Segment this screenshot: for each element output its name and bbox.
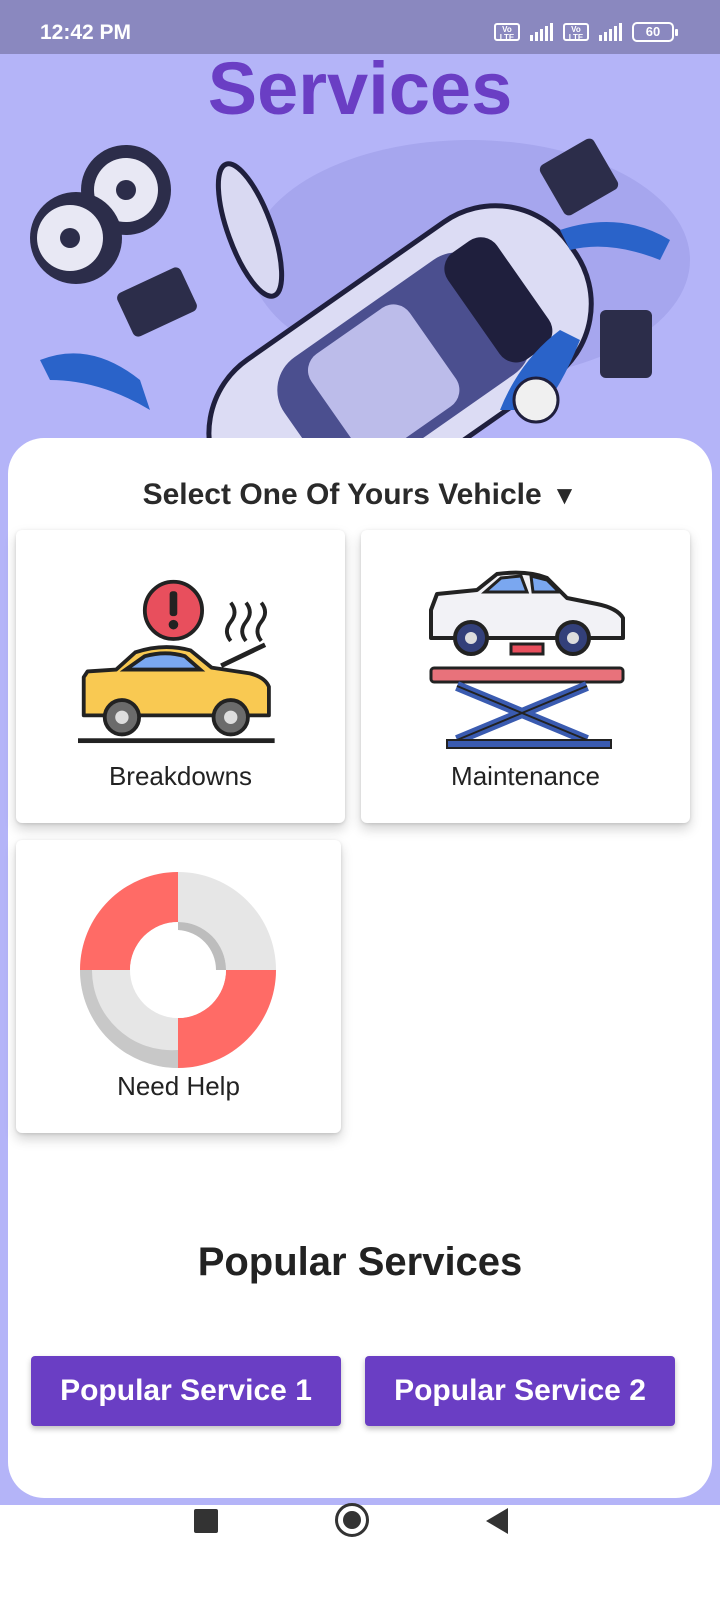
car-lift-icon [429, 570, 625, 749]
status-time: 12:42 PM [40, 21, 132, 44]
lifebuoy-icon [80, 872, 276, 1068]
volte-icon: Vo LTE [563, 23, 589, 42]
volte-icon: Vo LTE [494, 23, 520, 42]
signal-icon [599, 23, 622, 41]
battery-icon: 60 [632, 22, 678, 42]
vehicle-select-label: Select One Of Yours Vehicle [142, 478, 542, 511]
hero-illustration [30, 138, 690, 450]
card-label: Maintenance [451, 761, 600, 791]
home-icon[interactable] [335, 1503, 369, 1537]
popular-service-1-button[interactable]: Popular Service 1 [31, 1356, 341, 1426]
card-label: Breakdowns [108, 761, 253, 791]
signal-icon [530, 23, 553, 41]
vehicle-select-dropdown[interactable]: Select One Of Yours Vehicle ▼ [0, 478, 720, 512]
popular-services-title: Popular Services [197, 1240, 523, 1284]
recent-apps-icon[interactable] [194, 1509, 218, 1533]
tire-icon [30, 192, 122, 284]
broken-car-icon [78, 579, 275, 744]
popular-service-2-button[interactable]: Popular Service 2 [365, 1356, 675, 1426]
dropdown-arrow-icon: ▼ [551, 480, 578, 510]
back-icon[interactable] [486, 1508, 508, 1534]
need-help-card[interactable]: Need Help [16, 840, 341, 1133]
status-icons: Vo LTE Vo LTE 60 [494, 22, 678, 42]
breakdowns-card[interactable]: Breakdowns [16, 530, 345, 823]
card-label: Need Help [117, 1071, 240, 1101]
maintenance-card[interactable]: Maintenance [361, 530, 690, 823]
